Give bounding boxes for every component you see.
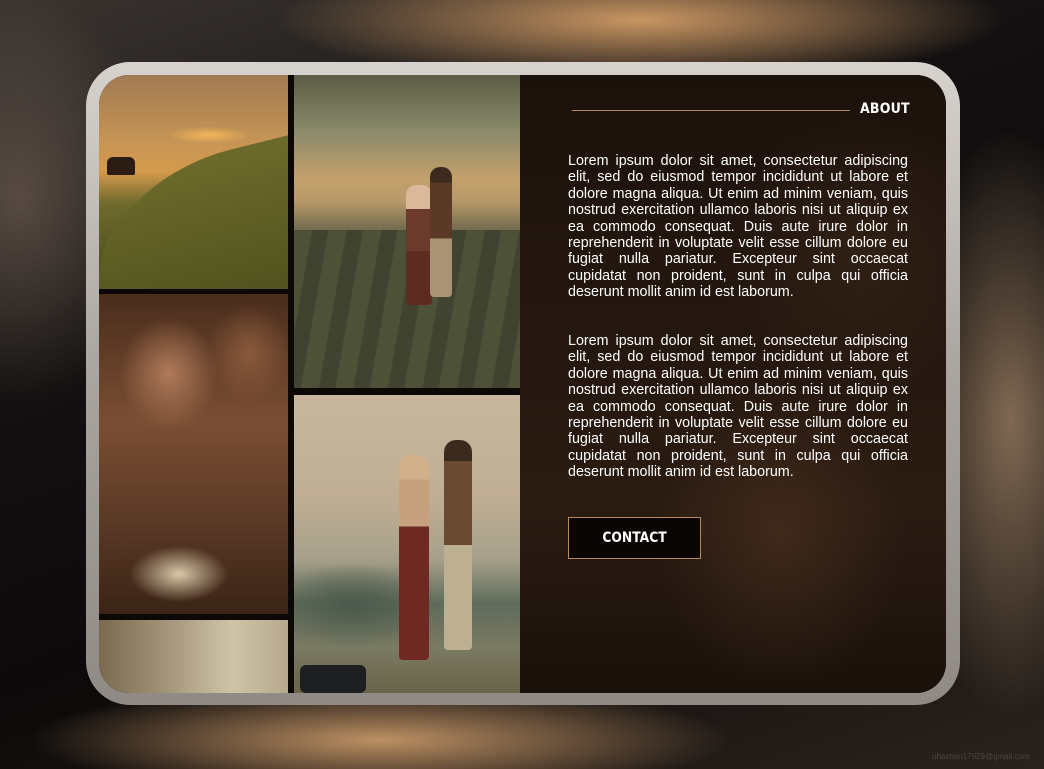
photo-couple-writing-closeup [99,294,288,614]
screen: ABOUT Lorem ipsum dolor sit amet, consec… [99,75,946,693]
contact-button-label: CONTACT [602,530,667,546]
camera-icon [300,665,366,693]
man-figure [430,167,452,297]
watermark-email: uhashan17929@gmail.com [932,752,1030,761]
photo-misty-landscape [99,620,288,693]
photo-couple-reaching-sky [294,395,520,693]
photo-couple-hillside-sunset [99,75,288,289]
man-figure [444,440,472,650]
about-panel: ABOUT Lorem ipsum dolor sit amet, consec… [520,75,946,693]
hill-shape [99,127,288,289]
about-paragraph-1: Lorem ipsum dolor sit amet, consectetur … [568,153,908,301]
contact-button[interactable]: CONTACT [568,517,701,559]
photo-couple-embrace-lake [294,75,520,388]
woman-figure [406,185,432,305]
about-title: ABOUT [860,101,910,117]
woman-figure [399,455,429,660]
about-paragraph-2: Lorem ipsum dolor sit amet, consectetur … [568,333,908,481]
couple-silhouette [107,157,135,175]
title-divider [572,110,850,111]
